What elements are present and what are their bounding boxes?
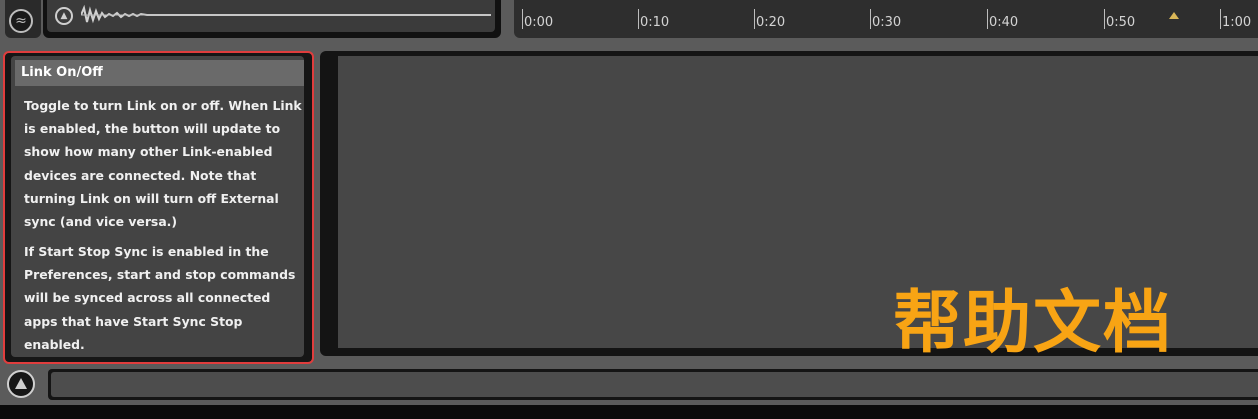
info-view: Link On/Off Toggle to turn Link on or of… [11, 56, 304, 357]
bottom-border [0, 405, 1258, 419]
info-view-title: Link On/Off [15, 60, 304, 86]
info-view-highlight: Link On/Off Toggle to turn Link on or of… [3, 51, 314, 364]
clip-overview-lane: ▲ [47, 0, 495, 32]
status-bar [48, 369, 1258, 400]
ruler-tick: 0:10 [637, 9, 670, 30]
playhead-marker-icon[interactable] [1169, 12, 1179, 19]
clip-playback-icon[interactable]: ▲ [55, 7, 73, 25]
ruler-tick: 0:50 [1103, 9, 1136, 30]
clip-overview[interactable]: ▲ [43, 0, 501, 38]
overlay-caption: 帮助文档 [893, 284, 1174, 363]
status-bar-field [51, 372, 1258, 397]
info-view-paragraph: If Start Stop Sync is enabled in the Pre… [24, 244, 296, 352]
ruler-tick: 1:00 [1219, 9, 1252, 30]
timeline-ruler[interactable]: 0:00 0:10 0:20 0:30 0:40 0:50 1:00 [514, 0, 1258, 38]
ruler-tick: 0:30 [869, 9, 902, 30]
ruler-tick: 0:40 [986, 9, 1019, 30]
waveform-preview [81, 4, 491, 24]
triangle-status-icon[interactable] [7, 370, 35, 398]
ruler-tick: 0:00 [521, 9, 554, 30]
app-window: ≈ ▲ 0:00 0:10 0:20 0:30 0:40 0:50 1:00 L… [0, 0, 1258, 405]
info-view-paragraph: Toggle to turn Link on or off. When Link… [24, 98, 302, 230]
ruler-tick: 0:20 [753, 9, 786, 30]
view-toggle-button[interactable]: ≈ [5, 0, 41, 38]
waveform-toggle-icon: ≈ [9, 9, 33, 33]
